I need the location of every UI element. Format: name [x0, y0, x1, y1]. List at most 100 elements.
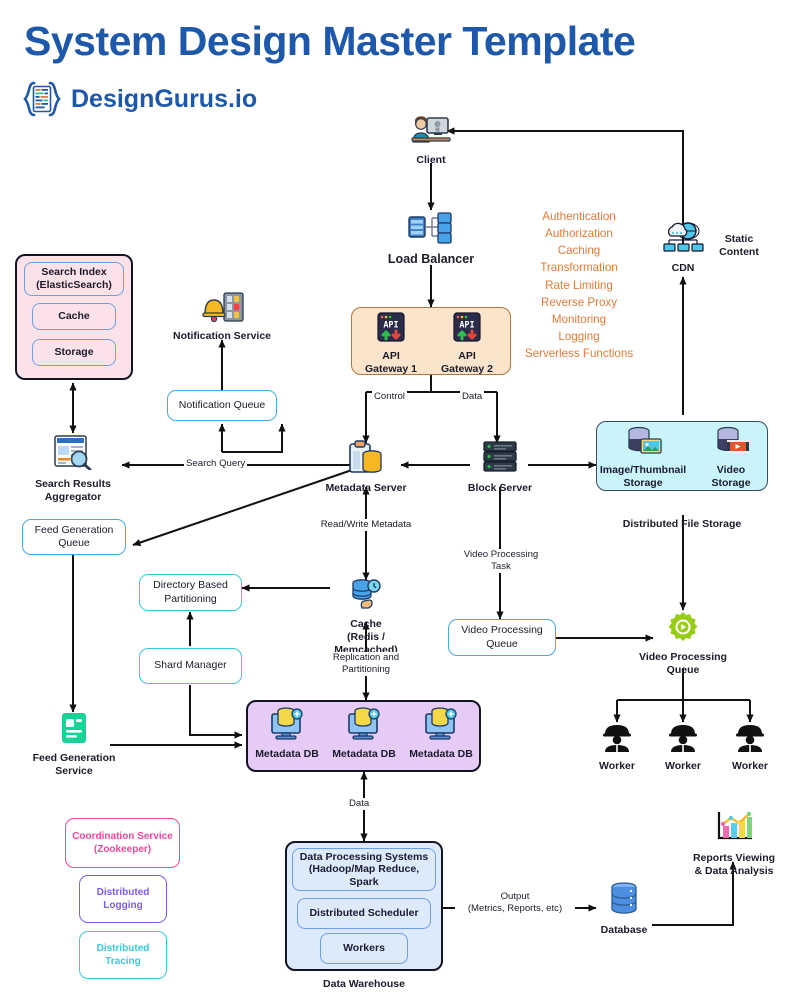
feature-item: Reverse Proxy: [540, 295, 618, 309]
feature-item: Rate Limiting: [545, 278, 613, 292]
node-cache[interactable]: Cache (Redis / Memcached): [316, 578, 416, 656]
node-directory-based-partitioning[interactable]: Directory Based Partitioning: [139, 574, 242, 611]
node-reports-viewing-label: Reports Viewing & Data Analysis: [692, 852, 776, 877]
node-distributed-logging[interactable]: Distributed Logging: [79, 875, 167, 923]
edge-label-replication-partitioning: Replication and Partitioning: [321, 652, 411, 676]
brand-name: DesignGurus.io: [71, 84, 258, 113]
node-cdn-label: CDN: [671, 262, 695, 274]
database-cylinder-icon: [607, 882, 641, 921]
feature-item: Authorization: [545, 227, 613, 241]
node-video-processing-queue-box[interactable]: Video Processing Queue: [448, 619, 556, 656]
worker-helmet-icon: [735, 722, 765, 757]
feature-item: Transformation: [540, 261, 618, 275]
search-results-document-icon: [53, 434, 93, 475]
data-warehouse-caption: Data Warehouse: [323, 978, 405, 990]
node-shard-manager[interactable]: Shard Manager: [139, 648, 242, 684]
edge-label-read-write-metadata: Read/Write Metadata: [306, 519, 426, 531]
node-video-storage[interactable]: Video Storage: [700, 426, 762, 490]
node-feed-generation-queue[interactable]: Feed Generation Queue: [22, 519, 126, 555]
bar-chart-report-icon: [714, 810, 754, 849]
feature-item: Monitoring: [551, 312, 607, 326]
static-content-label: Static Content: [719, 233, 759, 258]
client-user-computer-icon: [411, 112, 451, 151]
node-worker[interactable]: Worker: [658, 722, 708, 773]
api-gateway-icon: API: [453, 312, 481, 347]
node-feed-generation-service-label: Feed Generation Service: [32, 752, 116, 777]
node-image-thumbnail-storage-label: Image/Thumbnail Storage: [599, 464, 687, 489]
node-load-balancer-label: Load Balancer: [387, 252, 475, 266]
node-database-label: Database: [600, 924, 648, 936]
node-client[interactable]: Client: [403, 112, 459, 167]
metadata-db-monitor-icon: [269, 706, 305, 745]
node-metadata-db[interactable]: Metadata DB: [404, 706, 478, 761]
node-notification-service[interactable]: Notification Service: [172, 292, 272, 343]
node-notification-service-label: Notification Service: [172, 330, 272, 342]
notification-bell-server-icon: [200, 292, 244, 327]
code-braces-logo-icon: [22, 80, 62, 118]
metadata-clipboard-db-icon: [348, 440, 384, 479]
data-warehouse-item[interactable]: Distributed Scheduler: [297, 898, 431, 929]
brand-logo: DesignGurus.io: [22, 80, 257, 118]
video-storage-icon: [712, 426, 750, 461]
node-client-label: Client: [416, 154, 446, 166]
data-warehouse-item[interactable]: Workers: [320, 933, 408, 964]
node-database[interactable]: Database: [596, 882, 652, 937]
load-balancer-icon: [408, 212, 454, 249]
node-api-gateway-1[interactable]: API API Gateway 1: [358, 312, 424, 376]
node-worker-label: Worker: [665, 760, 701, 772]
search-index-item[interactable]: Cache: [32, 303, 116, 330]
node-search-results-aggregator-label: Search Results Aggregator: [35, 478, 111, 503]
node-distributed-tracing[interactable]: Distributed Tracing: [79, 931, 167, 979]
node-notification-queue[interactable]: Notification Queue: [167, 390, 277, 421]
data-warehouse-item[interactable]: Data Processing Systems (Hadoop/Map Redu…: [292, 848, 436, 891]
node-block-server[interactable]: Block Server: [461, 440, 539, 495]
node-cdn[interactable]: CDN: [655, 222, 711, 275]
svg-text:API: API: [383, 321, 398, 331]
node-metadata-db[interactable]: Metadata DB: [327, 706, 401, 761]
edge-label-search-query: Search Query: [184, 458, 248, 470]
node-metadata-db-label: Metadata DB: [255, 748, 319, 760]
search-index-item[interactable]: Storage: [32, 339, 116, 366]
cdn-cloud-globe-icon: [661, 222, 705, 259]
node-metadata-db-label: Metadata DB: [332, 748, 396, 760]
image-thumbnail-storage-icon: [623, 426, 663, 461]
node-metadata-server[interactable]: Metadata Server: [320, 440, 412, 495]
node-feed-generation-service[interactable]: Feed Generation Service: [30, 712, 118, 778]
node-cache-label: Cache (Redis / Memcached): [334, 618, 398, 656]
node-load-balancer[interactable]: Load Balancer: [383, 212, 479, 267]
search-index-item[interactable]: Search Index (ElasticSearch): [24, 262, 124, 296]
node-api-gateway-2[interactable]: API API Gateway 2: [434, 312, 500, 376]
node-video-storage-label: Video Storage: [711, 464, 751, 489]
node-worker[interactable]: Worker: [592, 722, 642, 773]
node-metadata-server-label: Metadata Server: [325, 482, 407, 494]
node-api-gateway-1-label: API Gateway 1: [365, 350, 417, 375]
worker-helmet-icon: [602, 722, 632, 757]
node-search-results-aggregator[interactable]: Search Results Aggregator: [30, 434, 116, 504]
edge-label-data-bottom: Data: [347, 798, 372, 810]
block-server-rack-icon: [480, 440, 520, 479]
feature-item: Caching: [557, 244, 601, 258]
metadata-db-monitor-icon: [346, 706, 382, 745]
node-worker[interactable]: Worker: [725, 722, 775, 773]
node-worker-label: Worker: [732, 760, 768, 772]
worker-helmet-icon: [668, 722, 698, 757]
feed-service-icon: [59, 712, 89, 749]
diagram-canvas: System Design Master Template DesignGuru…: [0, 0, 798, 998]
cache-db-hand-icon: [349, 578, 383, 615]
feature-item: Serverless Functions: [524, 347, 634, 361]
node-api-gateway-2-label: API Gateway 2: [441, 350, 493, 375]
node-video-processing-queue-gear[interactable]: Video Processing Queue: [637, 611, 729, 677]
edge-label-control: Control: [372, 391, 407, 403]
edge-label-video-processing-task: Video Processing Task: [458, 549, 544, 573]
node-metadata-db[interactable]: Metadata DB: [250, 706, 324, 761]
node-metadata-db-label: Metadata DB: [409, 748, 473, 760]
feature-item: Logging: [558, 330, 600, 344]
feature-item: Authentication: [542, 210, 616, 223]
distributed-file-storage-caption: Distributed File Storage: [622, 518, 742, 530]
node-reports-viewing[interactable]: Reports Viewing & Data Analysis: [684, 810, 784, 878]
node-image-thumbnail-storage[interactable]: Image/Thumbnail Storage: [599, 426, 687, 490]
edge-label-output: Output (Metrics, Reports, etc): [455, 891, 575, 915]
gear-play-icon: [667, 611, 699, 648]
page-title: System Design Master Template: [24, 18, 636, 64]
node-coordination-service[interactable]: Coordination Service (Zookeeper): [65, 818, 180, 868]
